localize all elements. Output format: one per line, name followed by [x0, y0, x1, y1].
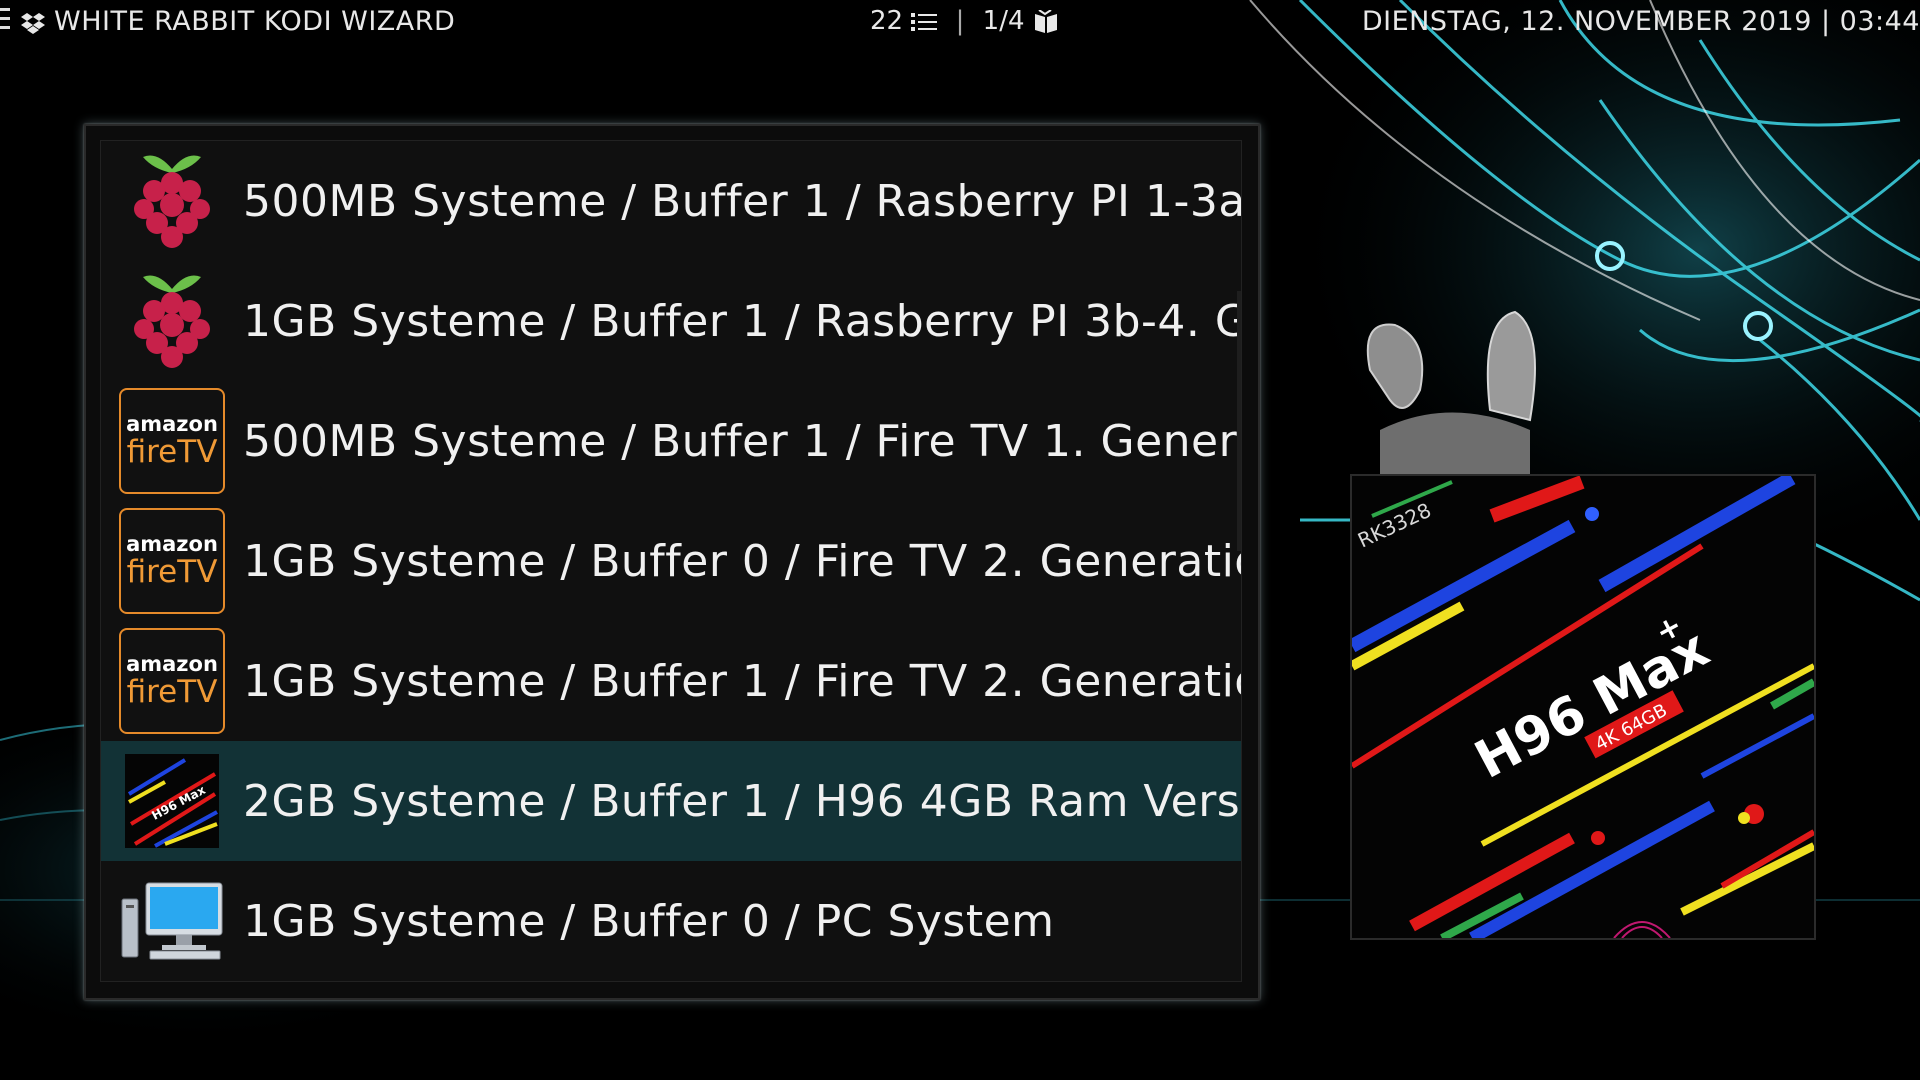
list-item-label: 500MB Systeme / Buffer 1 / Rasberry PI 1… [243, 175, 1242, 227]
firetv-label: fireTV [126, 554, 218, 590]
firetv-label: fireTV [126, 434, 218, 470]
list-item-label: 1GB Systeme / Buffer 1 / Fire TV 2. Gene… [243, 655, 1242, 707]
amazon-label: amazon [126, 532, 218, 556]
list-item[interactable]: 500MB Systeme / Buffer 1 / Rasberry PI 1… [101, 141, 1241, 261]
firetv-label: fireTV [126, 674, 218, 710]
list-item[interactable]: 1GB Systeme / Buffer 0 / PC System [101, 861, 1241, 981]
list-item-label: 2GB Systeme / Buffer 1 / H96 4GB Ram Ver… [243, 775, 1242, 827]
datetime: DIENSTAG, 12. NOVEMBER 2019 | 03:44 [1361, 6, 1920, 37]
amazon-firetv-icon: amazon fireTV [117, 506, 227, 616]
scrollbar[interactable] [1237, 291, 1241, 551]
amazon-label: amazon [126, 412, 218, 436]
raspberry-pi-icon [117, 266, 227, 376]
top-bar: WHITE RABBIT KODI WIZARD 22 | 1/4 DIENST… [0, 0, 1920, 40]
list-item[interactable]: amazon fireTV 500MB Systeme / Buffer 1 /… [101, 381, 1241, 501]
item-counter: 22 | 1/4 [870, 6, 1059, 36]
list-item-label: 1GB Systeme / Buffer 0 / PC System [243, 895, 1055, 947]
pc-icon [117, 866, 227, 976]
app-title: WHITE RABBIT KODI WIZARD [20, 6, 455, 37]
list-item-label: 500MB Systeme / Buffer 1 / Fire TV 1. Ge… [243, 415, 1242, 467]
list-item[interactable]: amazon fireTV 1GB Systeme / Buffer 0 / F… [101, 501, 1241, 621]
list-item-label: 1GB Systeme / Buffer 0 / Fire TV 2. Gene… [243, 535, 1242, 587]
list-item[interactable]: 1GB Systeme / Buffer 1 / Rasberry PI 3b-… [101, 261, 1241, 381]
amazon-firetv-icon: amazon fireTV [117, 626, 227, 736]
menu-icon[interactable] [0, 8, 12, 30]
app-title-text: WHITE RABBIT KODI WIZARD [54, 6, 456, 37]
list-item-selected[interactable]: H96 Max 2GB Systeme / Buffer 1 / H96 4GB… [101, 741, 1241, 861]
wizard-list-panel: White Rabbit Pro 500MB Systeme / Bu [84, 124, 1260, 1000]
h96-box-icon: H96 Max [117, 746, 227, 856]
amazon-label: amazon [126, 652, 218, 676]
list-item[interactable]: amazon fireTV 1GB Systeme / Buffer 1 / F… [101, 621, 1241, 741]
list-icon [911, 12, 938, 31]
page-indicator: 1/4 [982, 6, 1025, 36]
build-list: 500MB Systeme / Buffer 1 / Rasberry PI 1… [101, 141, 1241, 981]
item-count: 22 [870, 6, 904, 36]
amazon-firetv-icon: amazon fireTV [117, 386, 227, 496]
preview-image: RK3328 H96 Max + 4K 64GB [1350, 474, 1816, 940]
list-container: White Rabbit Pro 500MB Systeme / Bu [100, 140, 1242, 982]
header-separator: | [955, 6, 965, 36]
book-icon [1034, 9, 1057, 33]
list-item-label: 1GB Systeme / Buffer 1 / Rasberry PI 3b-… [243, 295, 1242, 347]
h96-max-box-art: RK3328 H96 Max + 4K 64GB [1352, 476, 1814, 938]
raspberry-pi-icon [117, 146, 227, 256]
rabbit-ears-image [1366, 310, 1536, 480]
dropbox-logo-icon [21, 12, 45, 34]
